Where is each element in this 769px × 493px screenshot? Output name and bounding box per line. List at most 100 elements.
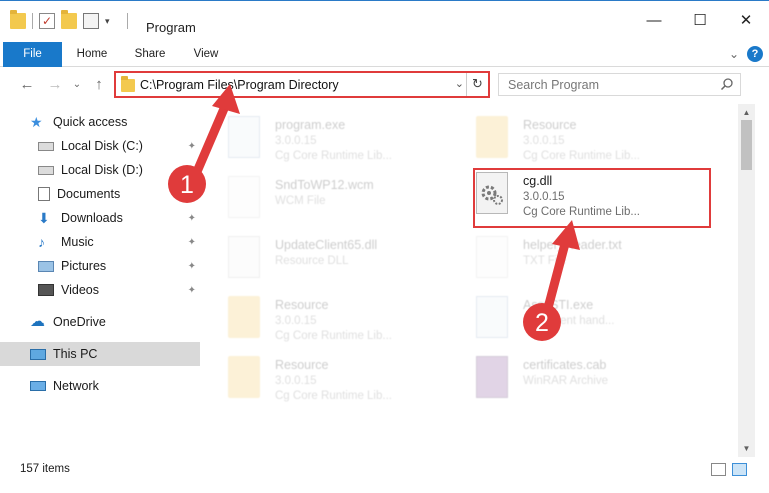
folder-icon: [121, 76, 135, 92]
pin-icon[interactable]: ✦: [188, 237, 196, 248]
file-name: certificates.cab: [523, 358, 607, 372]
file-description: Cg Core Runtime Lib...: [275, 150, 392, 162]
sidebar-item-onedrive[interactable]: ☁ OneDrive: [30, 310, 200, 334]
item-count: 157 items: [20, 463, 70, 475]
list-item[interactable]: program.exe 3.0.0.15 Cg Core Runtime Lib…: [220, 110, 450, 166]
scroll-thumb[interactable]: [741, 120, 752, 170]
title-bar: ✓ ▾ Program — ☐ ✕: [0, 0, 769, 40]
close-button[interactable]: ✕: [723, 9, 769, 33]
maximize-button[interactable]: ☐: [677, 9, 723, 33]
sidebar-item-pictures[interactable]: Pictures ✦: [38, 254, 200, 278]
sidebar-item-this-pc[interactable]: This PC: [0, 342, 200, 366]
file-version: 3.0.0.15: [275, 315, 317, 327]
sidebar-item-label: Quick access: [53, 115, 128, 129]
list-item[interactable]: SndToWP12.wcm WCM File: [220, 170, 450, 226]
search-placeholder: Search Program: [508, 78, 600, 92]
ribbon: File Home Share View ⌄ ?: [0, 42, 769, 67]
video-icon: [38, 284, 54, 296]
search-input[interactable]: Search Program: [498, 73, 741, 96]
sidebar-item-documents[interactable]: Documents ✦: [38, 182, 200, 206]
list-item[interactable]: certificates.cab WinRAR Archive: [468, 350, 698, 406]
sidebar-item-music[interactable]: ♪ Music ✦: [38, 230, 200, 254]
address-dropdown-icon[interactable]: ⌄: [455, 77, 464, 90]
sidebar-item-label: OneDrive: [53, 315, 106, 329]
chevron-down-icon[interactable]: ▾: [105, 13, 121, 29]
folder-icon[interactable]: [10, 10, 26, 29]
back-button[interactable]: ←: [18, 76, 36, 94]
search-icon[interactable]: [720, 77, 734, 91]
up-button[interactable]: ↑: [90, 76, 108, 94]
folder-icon: [476, 116, 508, 158]
download-icon: ⬇: [38, 210, 50, 226]
scroll-up-icon[interactable]: ▲: [738, 104, 755, 121]
pictures-icon: [38, 260, 54, 272]
sidebar-item-videos[interactable]: Videos ✦: [38, 278, 200, 302]
view-switcher: [711, 463, 747, 476]
list-item[interactable]: Resource 3.0.0.15 Cg Core Runtime Lib...: [220, 350, 450, 406]
file-name: Resource: [523, 118, 577, 132]
tab-view[interactable]: View: [184, 42, 228, 67]
list-item[interactable]: helper_Reader.txt TXT File: [468, 230, 698, 286]
file-name: helper_Reader.txt: [523, 238, 622, 252]
status-bar: 157 items: [0, 457, 769, 493]
quick-access-toolbar: ✓ ▾: [10, 10, 128, 29]
list-item[interactable]: Resource 3.0.0.15 Cg Core Runtime Lib...: [468, 110, 698, 166]
new-folder-icon[interactable]: [61, 10, 77, 29]
file-name: UpdateClient65.dll: [275, 238, 378, 252]
expand-ribbon-icon[interactable]: ⌄: [729, 47, 739, 61]
folder-icon: [228, 356, 260, 398]
navigation-pane: ★ Quick access Local Disk (C:) ✦ Local D…: [0, 104, 210, 457]
sidebar-item-label: Local Disk (C:): [61, 139, 143, 153]
file-name: SndToWP12.wcm: [275, 178, 374, 192]
sidebar-item-quick-access[interactable]: ★ Quick access: [30, 110, 200, 134]
tab-home[interactable]: Home: [70, 42, 114, 67]
pin-icon[interactable]: ✦: [188, 141, 196, 152]
list-item[interactable]: Resource 3.0.0.15 Cg Core Runtime Lib...: [220, 290, 450, 346]
address-path[interactable]: C:\Program Files\Program Directory: [140, 78, 339, 92]
file-version: 3.0.0.15: [523, 135, 565, 147]
computer-icon: [30, 348, 46, 360]
file-description: ...ult event hand...: [523, 315, 615, 327]
tab-file[interactable]: File: [3, 42, 62, 67]
sidebar-item-network[interactable]: Network: [30, 374, 200, 398]
network-icon: [30, 381, 46, 391]
sidebar-item-local-disk-c[interactable]: Local Disk (C:) ✦: [38, 134, 200, 158]
large-icons-view-icon[interactable]: [732, 463, 747, 476]
archive-icon: [476, 356, 508, 398]
file-type: WinRAR Archive: [523, 375, 608, 387]
details-view-icon[interactable]: [711, 463, 726, 476]
recent-locations-button[interactable]: ⌄: [68, 76, 86, 94]
file-description: Cg Core Runtime Lib...: [275, 330, 392, 342]
list-item[interactable]: AssySTI.exe ...ult event hand...: [468, 290, 698, 346]
window-controls: — ☐ ✕: [631, 9, 769, 33]
scroll-down-icon[interactable]: ▼: [738, 440, 755, 457]
file-type: WCM File: [275, 195, 326, 207]
file-version: 3.0.0.15: [275, 375, 317, 387]
pin-icon[interactable]: ✦: [188, 285, 196, 296]
highlight-cg-dll: [473, 168, 711, 228]
help-icon[interactable]: ?: [747, 46, 763, 62]
document-icon: [476, 236, 508, 278]
star-icon: ★: [30, 114, 43, 130]
pin-icon[interactable]: ✦: [188, 213, 196, 224]
sidebar-item-label: Music: [61, 235, 94, 249]
sidebar-item-local-disk-d[interactable]: Local Disk (D:) ✦: [38, 158, 200, 182]
pin-icon[interactable]: ✦: [188, 189, 196, 200]
vertical-scrollbar[interactable]: ▲ ▼: [738, 104, 755, 457]
tab-share[interactable]: Share: [128, 42, 172, 67]
file-description: Cg Core Runtime Lib...: [523, 150, 640, 162]
address-bar[interactable]: C:\Program Files\Program Directory ⌄ ↻: [114, 71, 490, 98]
file-type: TXT File: [523, 255, 567, 267]
customize-toolbar-icon[interactable]: [83, 13, 99, 29]
sidebar-item-label: Videos: [61, 283, 99, 297]
pin-icon[interactable]: ✦: [188, 261, 196, 272]
list-item[interactable]: UpdateClient65.dll Resource DLL: [220, 230, 450, 286]
minimize-button[interactable]: —: [631, 9, 677, 33]
properties-check-icon[interactable]: ✓: [39, 13, 55, 29]
refresh-button[interactable]: ↻: [466, 73, 488, 96]
file-description: Cg Core Runtime Lib...: [275, 390, 392, 402]
forward-button[interactable]: →: [46, 76, 64, 94]
sidebar-item-label: Network: [53, 379, 99, 393]
pin-icon[interactable]: ✦: [188, 165, 196, 176]
sidebar-item-downloads[interactable]: ⬇ Downloads ✦: [38, 206, 200, 230]
